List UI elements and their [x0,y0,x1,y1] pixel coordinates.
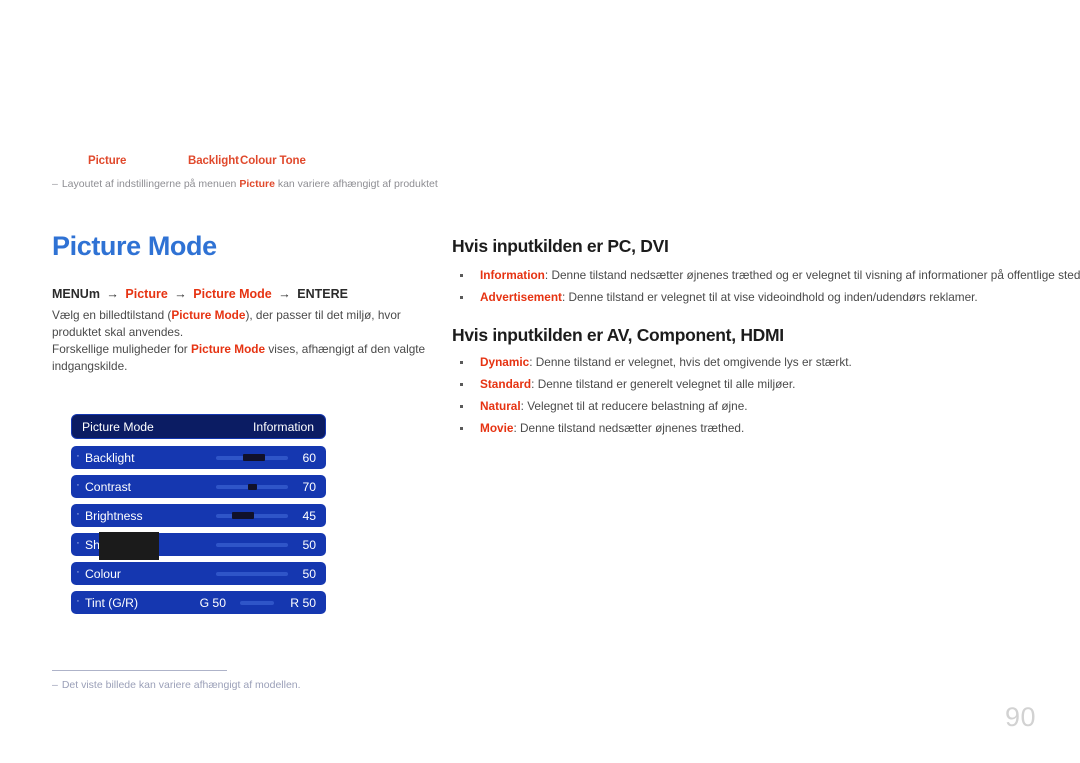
bullet-list-av-component-hdmi: Dynamic: Denne tilstand er velegnet, hvi… [452,355,1032,443]
osd-bullet-icon: · [76,449,80,462]
square-bullet-icon [460,295,463,299]
osd-bullet-icon: · [76,536,80,549]
square-bullet-icon [460,404,463,408]
breadcrumb-arrow-2-icon: → [174,287,187,301]
osd-bullet-icon: · [76,478,80,491]
top-note: – Layoutet af indstillingerne på menuen P… [52,177,512,192]
breadcrumb-picture: Picture [125,287,168,301]
breadcrumb-menu: MENU [52,287,89,301]
osd-row-contrast[interactable]: · Contrast 70 [71,475,326,498]
footnote-dash-icon: – [52,679,58,691]
page-title: Picture Mode [52,231,217,261]
osd-bullet-icon: · [76,594,80,607]
list-item-term: Natural [480,398,521,413]
footnote: – Det viste billede kan variere afhængigt… [52,679,301,691]
list-item-text: : Denne tilstand nedsætter øjnenes træth… [513,420,745,435]
breadcrumb: MENUm → Picture → Picture Mode → ENTERE [52,287,348,301]
list-item: Natural: Velegnet til at reducere belast… [452,399,1032,415]
square-bullet-icon [460,426,463,430]
osd-value-sharpness: 50 [302,537,316,552]
bullet-list-pc-dvi: Information: Denne tilstand nedsætter øj… [452,268,1080,312]
list-item-text: : Denne tilstand er velegnet til at vise… [561,289,978,304]
osd-slider-tint[interactable] [240,600,274,605]
breadcrumb-arrow-3-icon: → [278,287,291,301]
para-2-term: Picture Mode [191,342,266,356]
osd-value-contrast: 70 [302,479,316,494]
note-text-before: Layoutet af indstillingerne på menuen [61,178,240,190]
tab-colour-tone[interactable]: Colour Tone [240,155,306,167]
list-item: Dynamic: Denne tilstand er velegnet, hvi… [452,355,1032,371]
para-1-part-1: Vælg en billedtilstand ( [52,308,172,322]
paragraph-1: Vælg en billedtilstand (Picture Mode), d… [52,307,427,341]
osd-menu-panel: Picture Mode Information · Backlight 60 … [71,414,326,620]
para-2-part-1: Forskellige muligheder for [52,342,191,356]
menu-key-icon: m [88,287,100,301]
osd-value-brightness: 45 [302,508,316,523]
list-item-term: Dynamic [480,355,530,369]
osd-slider-brightness[interactable] [216,512,288,519]
osd-bullet-icon: · [76,507,80,520]
osd-bullet-icon: · [76,565,80,578]
osd-slider-colour[interactable] [216,571,288,576]
list-item-term: Advertisement [480,289,562,304]
redaction-block [99,532,159,560]
page-number: 90 [1004,702,1036,732]
square-bullet-icon [460,382,463,386]
osd-value-tint-red: R 50 [290,595,316,610]
osd-slider-backlight[interactable] [216,454,288,461]
square-bullet-icon [460,274,463,277]
osd-label-brightness: Brightness [85,508,143,523]
footnote-text: Det viste billede kan variere afhængigt … [61,679,301,691]
tab-strip: Picture Backlight Colour Tone [88,155,608,171]
square-bullet-icon [460,361,463,364]
list-item: Advertisement: Denne tilstand er velegne… [452,290,1032,306]
breadcrumb-arrow-1-icon: → [106,287,119,301]
breadcrumb-enter: ENTER [297,287,340,301]
footnote-divider [52,670,227,671]
note-text-after: kan variere afhængigt af produktet [274,178,438,190]
osd-row-colour[interactable]: · Colour 50 [71,562,326,585]
note-dash-icon: – [52,178,58,190]
osd-value-tint-green: G 50 [199,595,226,610]
list-item-text: : Velegnet til at reducere belastning af… [520,398,748,413]
list-item-term: Information [480,268,545,282]
osd-header-value: Information [253,419,314,434]
list-item-term: Standard [480,376,532,391]
osd-slider-sharpness[interactable] [216,542,288,547]
list-item: Standard: Denne tilstand er generelt vel… [452,377,1032,393]
tab-picture[interactable]: Picture [88,155,126,167]
para-1-term: Picture Mode [171,308,246,322]
note-bold-term: Picture [239,178,275,190]
list-item-text: : Denne tilstand er generelt velegnet ti… [531,376,796,391]
osd-value-colour: 50 [302,566,316,581]
osd-label-backlight: Backlight [85,450,135,465]
section-heading-pc-dvi: Hvis inputkilden er PC, DVI [452,236,669,256]
osd-value-backlight: 60 [302,450,316,465]
osd-row-backlight[interactable]: · Backlight 60 [71,446,326,469]
enter-key-icon: E [339,287,348,301]
osd-label-contrast: Contrast [85,479,132,494]
list-item: Movie: Denne tilstand nedsætter øjnenes … [452,421,1032,437]
tab-backlight[interactable]: Backlight [188,155,239,167]
list-item-text: : Denne tilstand nedsætter øjnenes træth… [544,268,1080,282]
section-heading-av-component-hdmi: Hvis inputkilden er AV, Component, HDMI [452,325,784,345]
osd-header-label: Picture Mode [82,419,154,434]
osd-row-picture-mode[interactable]: Picture Mode Information [71,414,326,439]
osd-slider-contrast[interactable] [216,483,288,490]
paragraph-2: Forskellige muligheder for Picture Mode … [52,341,427,375]
osd-label-colour: Colour [85,566,121,581]
list-item-text: : Denne tilstand er velegnet, hvis det o… [529,355,852,369]
list-item: Information: Denne tilstand nedsætter øj… [452,268,1080,284]
osd-row-brightness[interactable]: · Brightness 45 [71,504,326,527]
list-item-term: Movie [480,420,514,435]
osd-row-tint[interactable]: · Tint (G/R) G 50 R 50 [71,591,326,614]
breadcrumb-picture-mode: Picture Mode [193,287,272,301]
osd-label-tint: Tint (G/R) [85,595,139,610]
